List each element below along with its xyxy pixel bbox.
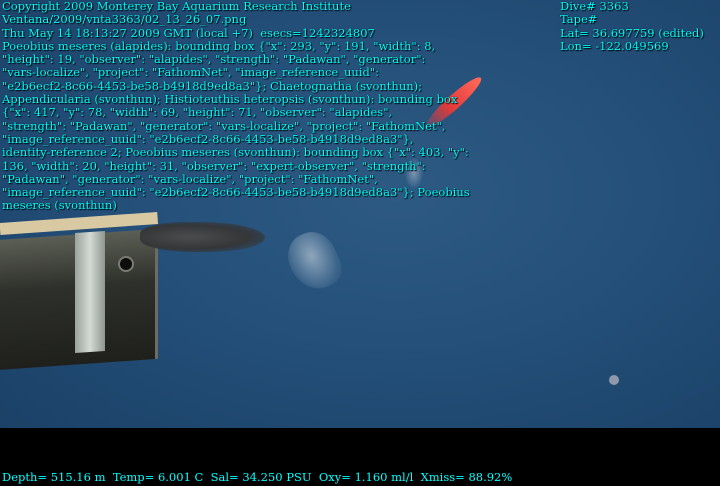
overlay-line: Copyright 2009 Monterey Bay Aquarium Res… — [2, 0, 351, 13]
overlay-line: "height": 19, "observer": "alapides", "s… — [2, 52, 426, 67]
overlay-line: "e2b6ecf2-8c66-4453-be58-b4918d9ed8a3"};… — [2, 78, 423, 93]
tape-number: Tape# — [560, 12, 598, 27]
overlay-line: Appendicularia (svonthun); Histioteuthis… — [2, 92, 458, 107]
rov-metal-plate — [75, 230, 105, 354]
rov-brush-sampler — [140, 222, 265, 252]
overlay-line: "vars-localize", "project": "FathomNet",… — [2, 65, 379, 80]
overlay-line: "strength": "Padawan", "generator": "var… — [2, 118, 446, 133]
overlay-line: identity-reference 2; Poeobius meseres (… — [2, 145, 469, 160]
overlay-line: {"x": 417, "y": 78, "width": 69, "height… — [2, 105, 393, 120]
overlay-line: meseres (svonthun) — [2, 198, 117, 213]
telemetry-readout: Depth= 515.16 m Temp= 6.001 C Sal= 34.25… — [2, 470, 513, 484]
latitude: Lat= 36.697759 (edited) — [560, 25, 704, 40]
marine-snow-particle — [609, 375, 619, 385]
translucent-appendicularia-organism — [279, 224, 349, 298]
overlay-line: "image_reference_uuid": "e2b6ecf2-8c66-4… — [2, 131, 414, 146]
overlay-line: Poeobius meseres (alapides): bounding bo… — [2, 38, 436, 53]
overlay-line: 136, "width": 20, "height": 31, "observe… — [2, 158, 426, 173]
overlay-line: "Padawan", "generator": "vars-localize",… — [2, 171, 378, 186]
overlay-line: "image_reference_uuid": "e2b6ecf2-8c66-4… — [2, 185, 470, 200]
longitude: Lon= -122.049569 — [560, 38, 669, 53]
rov-bolt-hole — [118, 256, 134, 272]
annotation-overlay-block: Copyright 2009 Monterey Bay Aquarium Res… — [2, 0, 522, 213]
dive-number: Dive# 3363 — [560, 0, 629, 13]
dive-info-block: Dive# 3363 Tape# Lat= 36.697759 (edited)… — [560, 0, 704, 53]
overlay-line: Ventana/2009/vnta3363/02_13_26_07.png — [2, 12, 247, 27]
overlay-line: Thu May 14 18:13:27 2009 GMT (local +7) … — [2, 25, 375, 40]
